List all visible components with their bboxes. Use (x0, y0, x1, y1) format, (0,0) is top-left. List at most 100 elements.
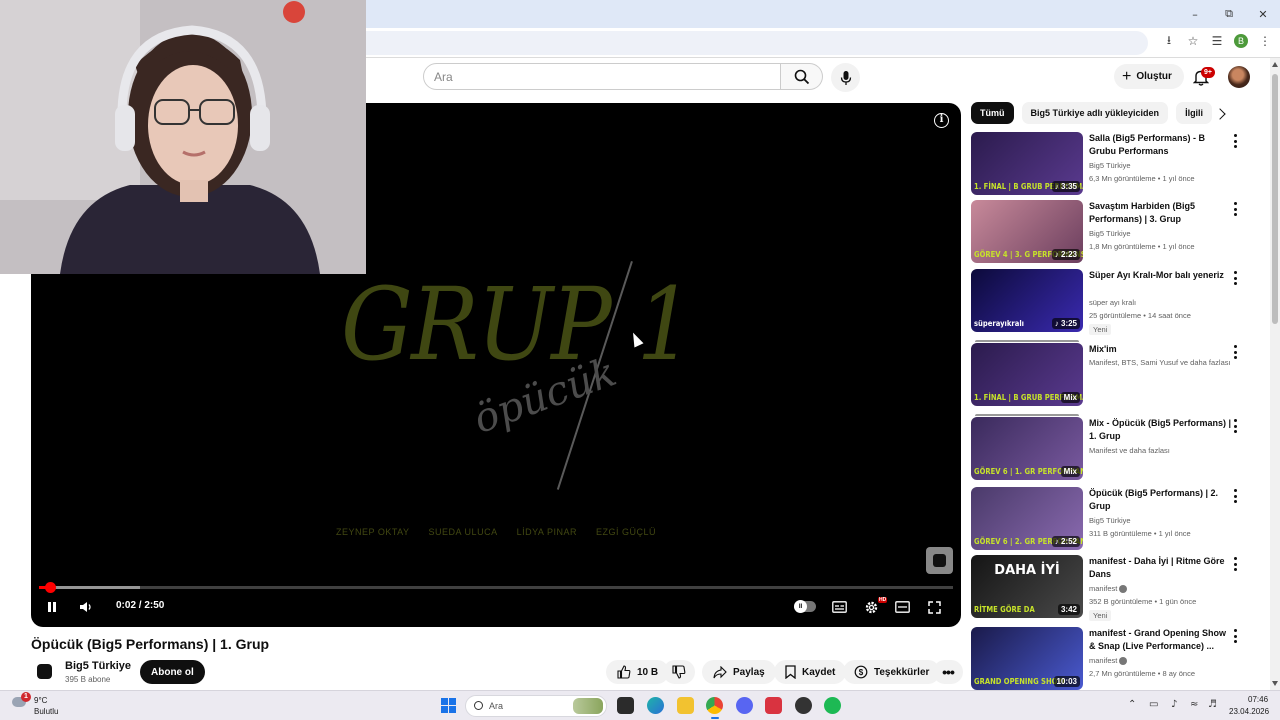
thumbnail-caption: GRAND OPENING SHOW (974, 677, 1065, 686)
media-control-icon[interactable]: ☰ (1210, 32, 1224, 50)
channel-avatar[interactable] (34, 661, 54, 681)
miniplayer-button[interactable] (893, 595, 911, 619)
chrome-browser-icon[interactable] (706, 697, 723, 714)
bookmark-star-icon[interactable]: ☆ (1186, 32, 1200, 50)
recommendation-title[interactable]: manifest - Grand Opening Show & Snap (Li… (1089, 627, 1233, 653)
video-thumbnail[interactable]: süperayıkralı ♪ 3:25 (971, 269, 1083, 332)
recommendation-channel[interactable]: Big5 Türkiye (1089, 161, 1131, 170)
pause-button[interactable] (43, 595, 61, 619)
more-vertical-icon[interactable] (1233, 629, 1237, 643)
more-vertical-icon[interactable] (1233, 557, 1237, 571)
more-actions-button[interactable]: ••• (933, 660, 963, 684)
recommendation-item[interactable]: 1. FİNAL | B GRUB PERFORMANSMix Mix'im Man… (971, 340, 1261, 407)
voice-search-button[interactable] (831, 63, 860, 92)
red-app-icon[interactable] (765, 697, 782, 714)
scroll-up-arrow-icon[interactable] (1272, 62, 1278, 67)
page-scrollbar[interactable] (1270, 58, 1280, 690)
video-thumbnail[interactable]: GÖREV 4 | 3. G PERFORMANS ♪ 2:23 (971, 200, 1083, 263)
channel-watermark[interactable] (926, 547, 953, 574)
speaker-icon[interactable]: ♬ (1208, 699, 1217, 710)
weather-condition[interactable]: Bulutlu (34, 707, 58, 716)
install-app-icon[interactable]: ⭳ (1162, 32, 1176, 50)
start-button[interactable] (441, 698, 456, 713)
more-vertical-icon[interactable] (1233, 345, 1237, 359)
recommendation-channel[interactable]: manifest (1089, 656, 1128, 666)
recommendation-item[interactable]: GRAND OPENING SHOW 10:03 manifest - Grand … (971, 627, 1261, 691)
taskbar-search[interactable]: Ara (465, 695, 607, 717)
video-thumbnail[interactable]: DAHA İYİ RİTME GÖRE DA 3:42 (971, 555, 1083, 618)
close-button[interactable]: ✕ (1246, 0, 1280, 28)
chip-all[interactable]: Tümü (971, 102, 1014, 124)
search-button[interactable] (781, 63, 823, 90)
restore-button[interactable]: ⧉ (1212, 0, 1246, 28)
microphone-tray-icon[interactable]: ♪ (1171, 699, 1177, 710)
video-thumbnail[interactable]: GÖREV 6 | 1. GR PERFORMANS Mix (971, 417, 1083, 480)
edge-browser-icon[interactable] (647, 697, 664, 714)
recommendation-title[interactable]: Öpücük (Big5 Performans) | 2. Grup (1089, 487, 1233, 513)
battery-icon[interactable]: ▭ (1149, 699, 1158, 710)
info-icon[interactable]: i (934, 113, 949, 128)
chip-related[interactable]: İlgili (1176, 102, 1213, 124)
scroll-down-arrow-icon[interactable] (1272, 681, 1278, 686)
recommendation-channel[interactable]: Big5 Türkiye (1089, 229, 1131, 238)
recommendation-item[interactable]: süperayıkralı ♪ 3:25 Süper Ayı Kralı-Mor b… (971, 269, 1261, 335)
share-button[interactable]: Paylaş (702, 660, 776, 684)
spotify-app-icon[interactable] (824, 697, 841, 714)
more-vertical-icon[interactable] (1233, 134, 1237, 148)
search-input[interactable]: Ara (423, 63, 781, 90)
fullscreen-button[interactable] (925, 595, 943, 619)
file-explorer-icon[interactable] (677, 697, 694, 714)
more-vertical-icon[interactable] (1233, 489, 1237, 503)
scrubber-handle[interactable] (44, 582, 56, 593)
recommendation-channel[interactable]: Manifest, BTS, Sami Yusuf ve daha fazlas… (1089, 358, 1231, 367)
recommendation-item[interactable]: GÖREV 6 | 1. GR PERFORMANS Mix Mix - Öpücü… (971, 414, 1261, 481)
discord-app-icon[interactable] (736, 697, 753, 714)
recommendation-item[interactable]: DAHA İYİ RİTME GÖRE DA 3:42 manifest - Daha… (971, 555, 1261, 621)
recommendation-title[interactable]: Salla (Big5 Performans) - B Grubu Perfor… (1089, 132, 1233, 158)
weather-temperature[interactable]: 9°C (34, 696, 47, 705)
recommendation-title[interactable]: Süper Ayı Kralı-Mor balı yeneriz (1089, 269, 1233, 282)
more-vertical-icon[interactable] (1233, 419, 1237, 433)
progress-bar[interactable] (39, 582, 953, 593)
file-manager-app-icon[interactable] (617, 697, 634, 714)
recommendation-item[interactable]: GÖREV 6 | 2. GR PERFORMANS ♪ 2:52 Öpücük (… (971, 487, 1261, 551)
dark-app-icon[interactable] (795, 697, 812, 714)
clock-date[interactable]: 23.04.2026 (1229, 707, 1269, 716)
minimize-button[interactable]: – (1178, 0, 1212, 28)
profile-avatar[interactable]: B (1234, 34, 1248, 48)
chevron-right-icon[interactable] (1214, 108, 1226, 120)
recommendation-title[interactable]: manifest - Daha İyi | Ritme Göre Dans (1089, 555, 1233, 581)
chip-from-uploader[interactable]: Big5 Türkiye adlı yükleyiciden (1021, 102, 1169, 124)
like-button[interactable]: 10 B (606, 660, 670, 684)
browser-menu-icon[interactable]: ⋮ (1258, 32, 1272, 50)
more-vertical-icon[interactable] (1233, 271, 1237, 285)
chevron-up-icon[interactable]: ⌃ (1128, 699, 1136, 710)
recommendation-channel[interactable]: Big5 Türkiye (1089, 516, 1131, 525)
video-thumbnail[interactable]: 1. FİNAL | B GRUB PERFORMANS♪ 3:35 (971, 132, 1083, 195)
create-button[interactable]: + Oluştur (1114, 64, 1184, 89)
video-thumbnail[interactable]: GRAND OPENING SHOW 10:03 (971, 627, 1083, 690)
autoplay-toggle[interactable]: II (794, 600, 816, 613)
recommendation-channel[interactable]: manifest (1089, 584, 1128, 594)
wifi-icon[interactable]: ≈ (1190, 699, 1198, 710)
recommendation-title[interactable]: Savaştım Harbiden (Big5 Performans) | 3.… (1089, 200, 1233, 226)
account-avatar[interactable] (1228, 66, 1250, 88)
recommendation-channel[interactable]: süper ayı kralı (1089, 298, 1136, 307)
recommendation-item[interactable]: GÖREV 4 | 3. G PERFORMANS ♪ 2:23 Savaştım … (971, 200, 1261, 264)
scrollbar-thumb[interactable] (1272, 74, 1278, 324)
save-button[interactable]: Kaydet (774, 660, 847, 684)
channel-name[interactable]: Big5 Türkiye (65, 660, 131, 672)
video-thumbnail[interactable]: 1. FİNAL | B GRUB PERFORMANSMix (971, 343, 1083, 406)
recommendation-item[interactable]: 1. FİNAL | B GRUB PERFORMANS♪ 3:35Salla … (971, 132, 1261, 196)
video-thumbnail[interactable]: GÖREV 6 | 2. GR PERFORMANS ♪ 2:52 (971, 487, 1083, 550)
subtitles-button[interactable] (830, 595, 848, 619)
thanks-button[interactable]: $ Teşekkürler (843, 660, 941, 684)
recommendation-title[interactable]: Mix - Öpücük (Big5 Performans) | 1. Grup (1089, 417, 1233, 443)
clock-time[interactable]: 07:46 (1248, 695, 1268, 704)
recommendation-title[interactable]: Mix'im (1089, 343, 1233, 356)
more-vertical-icon[interactable] (1233, 202, 1237, 216)
recommendation-channel[interactable]: Manifest ve daha fazlası (1089, 446, 1170, 455)
subscribe-button[interactable]: Abone ol (140, 660, 205, 684)
dislike-button[interactable] (663, 660, 695, 684)
volume-button[interactable] (77, 595, 95, 619)
